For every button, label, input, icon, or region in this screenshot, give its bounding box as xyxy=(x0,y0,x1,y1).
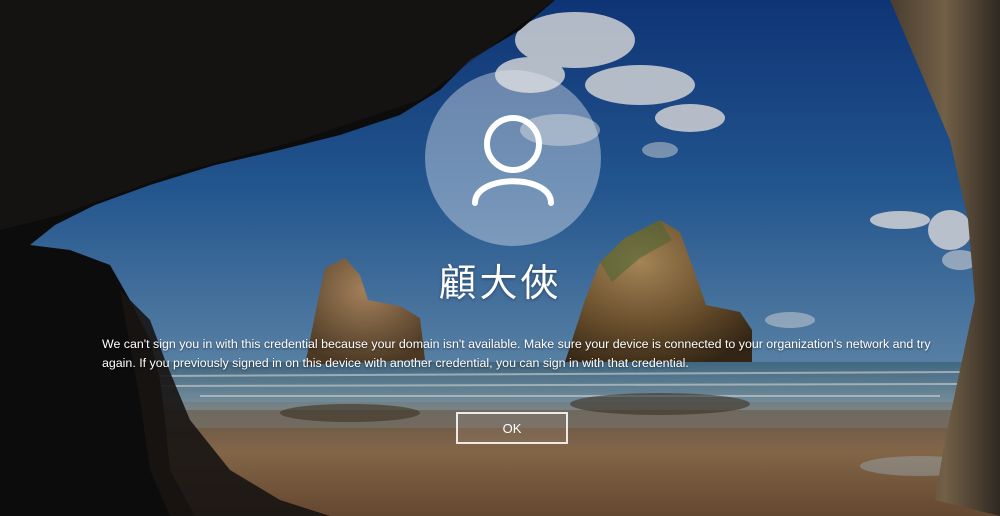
sign-in-panel: 顧大俠 We can't sign you in with this crede… xyxy=(0,0,1000,516)
username: 顧大俠 xyxy=(438,261,562,305)
error-message: We can't sign you in with this credentia… xyxy=(102,337,931,370)
user-avatar xyxy=(425,70,601,246)
ok-button[interactable]: OK xyxy=(456,412,568,444)
user-icon xyxy=(472,115,554,206)
lock-screen: 顧大俠 We can't sign you in with this crede… xyxy=(0,0,1000,516)
